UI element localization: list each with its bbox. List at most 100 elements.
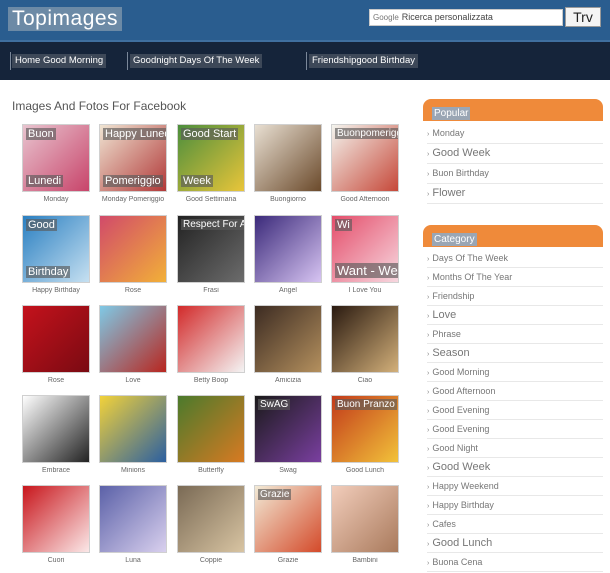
- image-thumbnail[interactable]: [254, 305, 322, 373]
- sidebar-link[interactable]: › Good Week: [427, 458, 603, 477]
- sidebar-link[interactable]: › Good Evening: [427, 401, 603, 420]
- sidebar-link[interactable]: › Friendship: [427, 287, 603, 306]
- image-caption[interactable]: Good Settimana: [177, 196, 245, 203]
- image-caption[interactable]: Good Afternoon: [331, 196, 399, 203]
- image-tile[interactable]: Rose: [99, 215, 167, 294]
- image-thumbnail[interactable]: [331, 485, 399, 553]
- image-tile[interactable]: Embrace: [22, 395, 90, 474]
- image-tile[interactable]: Buonpomeriggio Good Afternoon: [331, 124, 399, 203]
- image-thumbnail[interactable]: Buon Pranzo: [331, 395, 399, 463]
- image-caption[interactable]: Betty Boop: [177, 377, 245, 384]
- image-caption[interactable]: Frasi: [177, 287, 245, 294]
- sidebar-link[interactable]: › Good Week: [427, 144, 603, 164]
- image-thumbnail[interactable]: [177, 485, 245, 553]
- image-caption[interactable]: Minions: [99, 467, 167, 474]
- site-logo[interactable]: Topimages: [8, 7, 123, 31]
- image-caption[interactable]: Luna: [99, 557, 167, 564]
- image-tile[interactable]: Luna: [99, 485, 167, 564]
- sidebar-link[interactable]: › Buona Cena: [427, 553, 603, 572]
- image-caption[interactable]: Happy Birthday: [22, 287, 90, 294]
- sidebar-link[interactable]: › Monday: [427, 124, 603, 144]
- image-tile[interactable]: Respect For All Frasi: [177, 215, 245, 294]
- sidebar-link[interactable]: › Months Of The Year: [427, 268, 603, 287]
- sidebar-link[interactable]: › Buon Birthday: [427, 164, 603, 184]
- search-input[interactable]: Google Ricerca personalizzata: [369, 9, 563, 26]
- image-caption[interactable]: Monday Pomeriggio: [99, 196, 167, 203]
- image-tile[interactable]: Amicizia: [254, 305, 322, 384]
- image-tile[interactable]: SwAG Swag: [254, 395, 322, 474]
- image-thumbnail[interactable]: [99, 305, 167, 373]
- image-tile[interactable]: Bambini: [331, 485, 399, 564]
- sidebar-link[interactable]: › Days Of The Week: [427, 249, 603, 268]
- image-tile[interactable]: Coppie: [177, 485, 245, 564]
- image-caption[interactable]: Rose: [22, 377, 90, 384]
- image-thumbnail[interactable]: Grazie: [254, 485, 322, 553]
- image-caption[interactable]: Good Lunch: [331, 467, 399, 474]
- image-tile[interactable]: Love: [99, 305, 167, 384]
- image-thumbnail[interactable]: Respect For All: [177, 215, 245, 283]
- image-thumbnail[interactable]: Wi Want - Well: [331, 215, 399, 283]
- image-tile[interactable]: Wi Want - Well I Love You: [331, 215, 399, 294]
- image-thumbnail[interactable]: Buon Lunedi: [22, 124, 90, 192]
- image-caption[interactable]: Buongiorno: [254, 196, 322, 203]
- image-tile[interactable]: Grazie Grazie: [254, 485, 322, 564]
- image-caption[interactable]: Monday: [22, 196, 90, 203]
- sidebar-link[interactable]: › Phrase: [427, 325, 603, 344]
- sidebar-link[interactable]: › Good Lunch: [427, 534, 603, 553]
- image-tile[interactable]: Buongiorno: [254, 124, 322, 203]
- image-thumbnail[interactable]: Good Birthday: [22, 215, 90, 283]
- nav-item-goodnight[interactable]: Goodnight Days Of The Week: [130, 54, 263, 68]
- image-caption[interactable]: I Love You: [331, 287, 399, 294]
- sidebar-link[interactable]: › Good Night: [427, 439, 603, 458]
- image-thumbnail[interactable]: [254, 124, 322, 192]
- image-tile[interactable]: Good Birthday Happy Birthday: [22, 215, 90, 294]
- image-thumbnail[interactable]: Buonpomeriggio: [331, 124, 399, 192]
- image-caption[interactable]: Rose: [99, 287, 167, 294]
- image-tile[interactable]: Angel: [254, 215, 322, 294]
- image-tile[interactable]: Minions: [99, 395, 167, 474]
- sidebar-link[interactable]: › Good Evening: [427, 420, 603, 439]
- image-caption[interactable]: Grazie: [254, 557, 322, 564]
- image-thumbnail[interactable]: [22, 395, 90, 463]
- image-tile[interactable]: Cuori: [22, 485, 90, 564]
- image-caption[interactable]: Coppie: [177, 557, 245, 564]
- image-tile[interactable]: Rose: [22, 305, 90, 384]
- image-thumbnail[interactable]: SwAG: [254, 395, 322, 463]
- image-thumbnail[interactable]: [22, 485, 90, 553]
- sidebar-link[interactable]: › Good Afternoon: [427, 382, 603, 401]
- image-tile[interactable]: Happy Luned Pomeriggio Monday Pomeriggio: [99, 124, 167, 203]
- image-thumbnail[interactable]: [177, 395, 245, 463]
- image-caption[interactable]: Love: [99, 377, 167, 384]
- image-tile[interactable]: Buon Lunedi Monday: [22, 124, 90, 203]
- image-caption[interactable]: Swag: [254, 467, 322, 474]
- image-caption[interactable]: Angel: [254, 287, 322, 294]
- search-button[interactable]: Trv: [565, 7, 601, 27]
- image-caption[interactable]: Cuori: [22, 557, 90, 564]
- image-thumbnail[interactable]: [99, 215, 167, 283]
- image-tile[interactable]: Good Start Week Good Settimana: [177, 124, 245, 203]
- image-caption[interactable]: Butterfly: [177, 467, 245, 474]
- image-caption[interactable]: Ciao: [331, 377, 399, 384]
- sidebar-link[interactable]: › Love: [427, 306, 603, 325]
- image-thumbnail[interactable]: Good Start Week: [177, 124, 245, 192]
- image-tile[interactable]: Buon Pranzo Good Lunch: [331, 395, 399, 474]
- image-tile[interactable]: Butterfly: [177, 395, 245, 474]
- image-thumbnail[interactable]: [177, 305, 245, 373]
- sidebar-link[interactable]: › Happy Weekend: [427, 477, 603, 496]
- image-thumbnail[interactable]: [99, 485, 167, 553]
- image-thumbnail[interactable]: [22, 305, 90, 373]
- image-thumbnail[interactable]: [99, 395, 167, 463]
- image-thumbnail[interactable]: [331, 305, 399, 373]
- image-tile[interactable]: Betty Boop: [177, 305, 245, 384]
- sidebar-link[interactable]: › Cafes: [427, 515, 603, 534]
- image-tile[interactable]: Ciao: [331, 305, 399, 384]
- sidebar-link[interactable]: › Happy Birthday: [427, 496, 603, 515]
- sidebar-link[interactable]: › Good Morning: [427, 363, 603, 382]
- image-thumbnail[interactable]: Happy Luned Pomeriggio: [99, 124, 167, 192]
- image-caption[interactable]: Bambini: [331, 557, 399, 564]
- sidebar-link[interactable]: › Flower: [427, 184, 603, 204]
- image-caption[interactable]: Amicizia: [254, 377, 322, 384]
- image-thumbnail[interactable]: [254, 215, 322, 283]
- sidebar-link[interactable]: › Season: [427, 344, 603, 363]
- nav-item-home[interactable]: Home Good Morning: [12, 54, 107, 68]
